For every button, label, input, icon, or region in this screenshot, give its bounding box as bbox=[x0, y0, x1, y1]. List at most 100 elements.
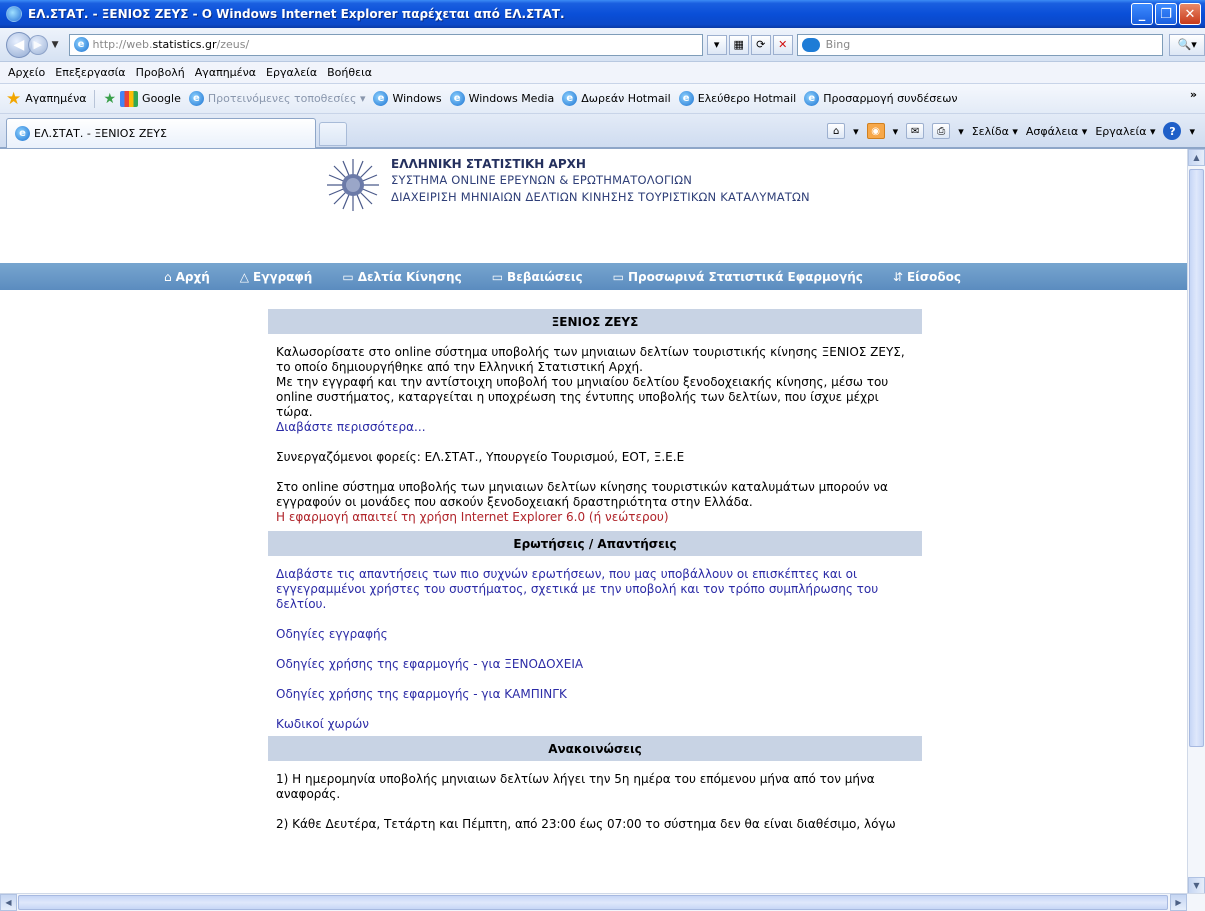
search-input[interactable]: Bing bbox=[796, 33, 1164, 56]
favorites-bar: ★ Αγαπημένα ★ Google e Προτεινόμενες τοπ… bbox=[0, 84, 1205, 114]
fav-label: Windows Media bbox=[468, 92, 555, 105]
feeds-icon[interactable]: ◉ bbox=[866, 123, 885, 139]
forward-button[interactable]: ▶ bbox=[27, 34, 48, 55]
home-icon[interactable]: ⌂ bbox=[827, 123, 846, 139]
fav-item-google[interactable]: Google bbox=[120, 90, 181, 107]
announcements-content: 1) Η ημερομηνία υποβολής μηνιαιων δελτίω… bbox=[268, 772, 922, 832]
faq-intro-link[interactable]: Διαβάστε τις απαντήσεις των πιο συχνών ε… bbox=[276, 567, 914, 612]
url-path: /zeus/ bbox=[216, 38, 250, 51]
nav-label: Βεβαιώσεις bbox=[507, 269, 583, 284]
tab-bar: e ΕΛ.ΣΤΑΤ. - ΞΕΝΙΟΣ ΖΕΥΣ ⌂ ▾ ◉ ▾ ✉ ⎙ ▾ Σελί… bbox=[0, 114, 1205, 148]
fav-label: Google bbox=[142, 92, 181, 105]
ie-icon: e bbox=[678, 91, 694, 106]
stop-icon[interactable]: ✕ bbox=[772, 34, 793, 55]
window-title: ΕΛ.ΣΤΑΤ. - ΞΕΝΙΟΣ ΖΕΥΣ - Ο Windows Inter… bbox=[28, 7, 565, 21]
fav-item-hotmail[interactable]: e Ελεύθερο Hotmail bbox=[678, 91, 796, 106]
help-dropdown-icon[interactable]: ▾ bbox=[1189, 125, 1195, 138]
search-button[interactable]: 🔍▾ bbox=[1169, 33, 1205, 56]
horizontal-scrollbar[interactable]: ◀ ▶ bbox=[0, 893, 1205, 911]
address-dropdown-icon[interactable]: ▾ bbox=[706, 34, 727, 55]
close-button[interactable]: ✕ bbox=[1179, 3, 1201, 25]
scroll-left-icon[interactable]: ◀ bbox=[0, 894, 17, 911]
minimize-button[interactable]: _ bbox=[1131, 3, 1153, 25]
favorites-overflow-icon[interactable]: » bbox=[1190, 88, 1197, 101]
nav-temp-stats[interactable]: ▭ Προσωρινά Στατιστικά Εφαρμογής bbox=[613, 270, 863, 284]
menu-bar: Αρχείο Επεξεργασία Προβολή Αγαπημένα Εργ… bbox=[0, 62, 1205, 84]
mail-icon[interactable]: ✉ bbox=[906, 123, 925, 139]
nav-register[interactable]: △ Εγγραφή bbox=[240, 270, 313, 284]
elstat-logo-icon bbox=[327, 159, 379, 211]
announcement-2: 2) Κάθε Δευτέρα, Τετάρτη και Πέμπτη, από… bbox=[276, 817, 896, 831]
scroll-up-icon[interactable]: ▲ bbox=[1188, 149, 1205, 166]
ie-icon bbox=[6, 6, 22, 22]
welcome-paragraph-1: Καλωσορίσατε στο online σύστημα υποβολής… bbox=[276, 345, 905, 374]
org-name: ΕΛΛΗΝΙΚΗ ΣΤΑΤΙΣΤΙΚΗ ΑΡΧΗ bbox=[391, 157, 586, 171]
nav-home[interactable]: ⌂ Αρχή bbox=[164, 270, 210, 284]
url-domain: statistics.gr bbox=[152, 38, 217, 51]
fav-item-suggested-sites[interactable]: e Προτεινόμενες τοποθεσίες ▾ bbox=[188, 91, 365, 106]
registration-guide-link[interactable]: Οδηγίες εγγραφής bbox=[276, 627, 914, 642]
menu-favorites[interactable]: Αγαπημένα bbox=[195, 66, 256, 79]
partners-text: Συνεργαζόμενοι φορείς: ΕΛ.ΣΤΑΤ., Υπουργε… bbox=[276, 450, 685, 464]
ie-icon: e bbox=[373, 91, 389, 106]
url-prefix: http://web. bbox=[92, 38, 153, 51]
section-title-welcome: ΞΕΝΙΟΣ ΖΕΥΣ bbox=[268, 309, 922, 334]
feeds-dropdown-icon[interactable]: ▾ bbox=[893, 125, 899, 138]
vertical-scroll-thumb[interactable] bbox=[1189, 169, 1204, 747]
help-icon[interactable]: ? bbox=[1163, 122, 1182, 140]
add-favorite-icon[interactable]: ★ bbox=[103, 91, 116, 107]
nav-login[interactable]: ⇵ Είσοδος bbox=[893, 270, 961, 284]
nav-certificates[interactable]: ▭ Βεβαιώσεις bbox=[492, 270, 583, 284]
tab-label: ΕΛ.ΣΤΑΤ. - ΞΕΝΙΟΣ ΖΕΥΣ bbox=[34, 127, 167, 140]
menu-view[interactable]: Προβολή bbox=[136, 66, 185, 79]
maximize-button[interactable]: ❐ bbox=[1155, 3, 1177, 25]
page-viewport: ΕΛΛΗΝΙΚΗ ΣΤΑΤΙΣΤΙΚΗ ΑΡΧΗ ΣΥΣΤΗΜΑ ONLINE … bbox=[0, 148, 1205, 911]
vertical-scrollbar[interactable]: ▲ ▼ bbox=[1187, 149, 1205, 894]
welcome-paragraph-3: Στο online σύστημα υποβολής των μηνιαιων… bbox=[276, 480, 888, 509]
favorites-button[interactable]: Αγαπημένα bbox=[25, 92, 86, 105]
system-subtitle: ΔΙΑΧΕΙΡΙΣΗ ΜΗΝΙΑΙΩΝ ΔΕΛΤΙΩΝ ΚΙΝΗΣΗΣ ΤΟΥΡ… bbox=[391, 190, 810, 204]
camping-guide-link[interactable]: Οδηγίες χρήσης της εφαρμογής - για ΚΑΜΠΙ… bbox=[276, 687, 914, 702]
window-icon: ▭ bbox=[342, 269, 354, 284]
fav-item-customize-links[interactable]: e Προσαρμογή συνδέσεων bbox=[804, 91, 958, 106]
address-input[interactable]: e http://web. statistics.gr/zeus/ bbox=[68, 33, 703, 56]
print-icon[interactable]: ⎙ bbox=[932, 123, 951, 139]
favorites-star-icon[interactable]: ★ bbox=[6, 89, 21, 109]
welcome-paragraph-2: Με την εγγραφή και την αντίστοιχη υποβολ… bbox=[276, 375, 889, 419]
home-dropdown-icon[interactable]: ▾ bbox=[853, 125, 859, 138]
print-dropdown-icon[interactable]: ▾ bbox=[958, 125, 964, 138]
refresh-icon[interactable]: ⟳ bbox=[750, 34, 771, 55]
window-title-bar[interactable]: ΕΛ.ΣΤΑΤ. - ΞΕΝΙΟΣ ΖΕΥΣ - Ο Windows Inter… bbox=[0, 0, 1205, 28]
compatibility-view-icon[interactable]: ▦ bbox=[728, 34, 749, 55]
horizontal-scroll-thumb[interactable] bbox=[18, 895, 1168, 910]
google-icon bbox=[120, 90, 139, 107]
menu-file[interactable]: Αρχείο bbox=[8, 66, 45, 79]
fav-label: Windows bbox=[392, 92, 442, 105]
scroll-right-icon[interactable]: ▶ bbox=[1170, 894, 1187, 911]
menu-help[interactable]: Βοήθεια bbox=[327, 66, 372, 79]
read-more-link[interactable]: Διαβάστε περισσότερα... bbox=[276, 420, 914, 435]
fav-item-free-hotmail[interactable]: e Δωρεάν Hotmail bbox=[562, 91, 671, 106]
fav-item-windows[interactable]: e Windows bbox=[373, 91, 442, 106]
nav-label: Αρχή bbox=[175, 269, 210, 284]
tab-current[interactable]: e ΕΛ.ΣΤΑΤ. - ΞΕΝΙΟΣ ΖΕΥΣ bbox=[6, 118, 316, 148]
page-menu[interactable]: Σελίδα ▾ bbox=[972, 125, 1018, 138]
ie-icon: e bbox=[449, 91, 465, 106]
section-title-announcements: Ανακοινώσεις bbox=[268, 736, 922, 761]
nav-movement-forms[interactable]: ▭ Δελτία Κίνησης bbox=[342, 270, 461, 284]
fav-item-windows-media[interactable]: e Windows Media bbox=[449, 91, 555, 106]
safety-menu[interactable]: Ασφάλεια ▾ bbox=[1026, 125, 1087, 138]
nav-label: Δελτία Κίνησης bbox=[357, 269, 462, 284]
country-codes-link[interactable]: Κωδικοί χωρών bbox=[276, 717, 914, 732]
menu-edit[interactable]: Επεξεργασία bbox=[55, 66, 125, 79]
window-icon: ▭ bbox=[612, 269, 624, 284]
tools-menu[interactable]: Εργαλεία ▾ bbox=[1095, 125, 1155, 138]
hotels-guide-link[interactable]: Οδηγίες χρήσης της εφαρμογής - για ΞΕΝΟΔ… bbox=[276, 657, 914, 672]
new-tab-button[interactable] bbox=[319, 122, 347, 146]
menu-tools[interactable]: Εργαλεία bbox=[266, 66, 317, 79]
scroll-down-icon[interactable]: ▼ bbox=[1188, 877, 1205, 894]
ie-page-icon: e bbox=[73, 37, 89, 52]
favorites-separator bbox=[94, 89, 96, 108]
history-dropdown-icon[interactable]: ▼ bbox=[52, 40, 59, 50]
ie-icon: e bbox=[804, 91, 820, 106]
